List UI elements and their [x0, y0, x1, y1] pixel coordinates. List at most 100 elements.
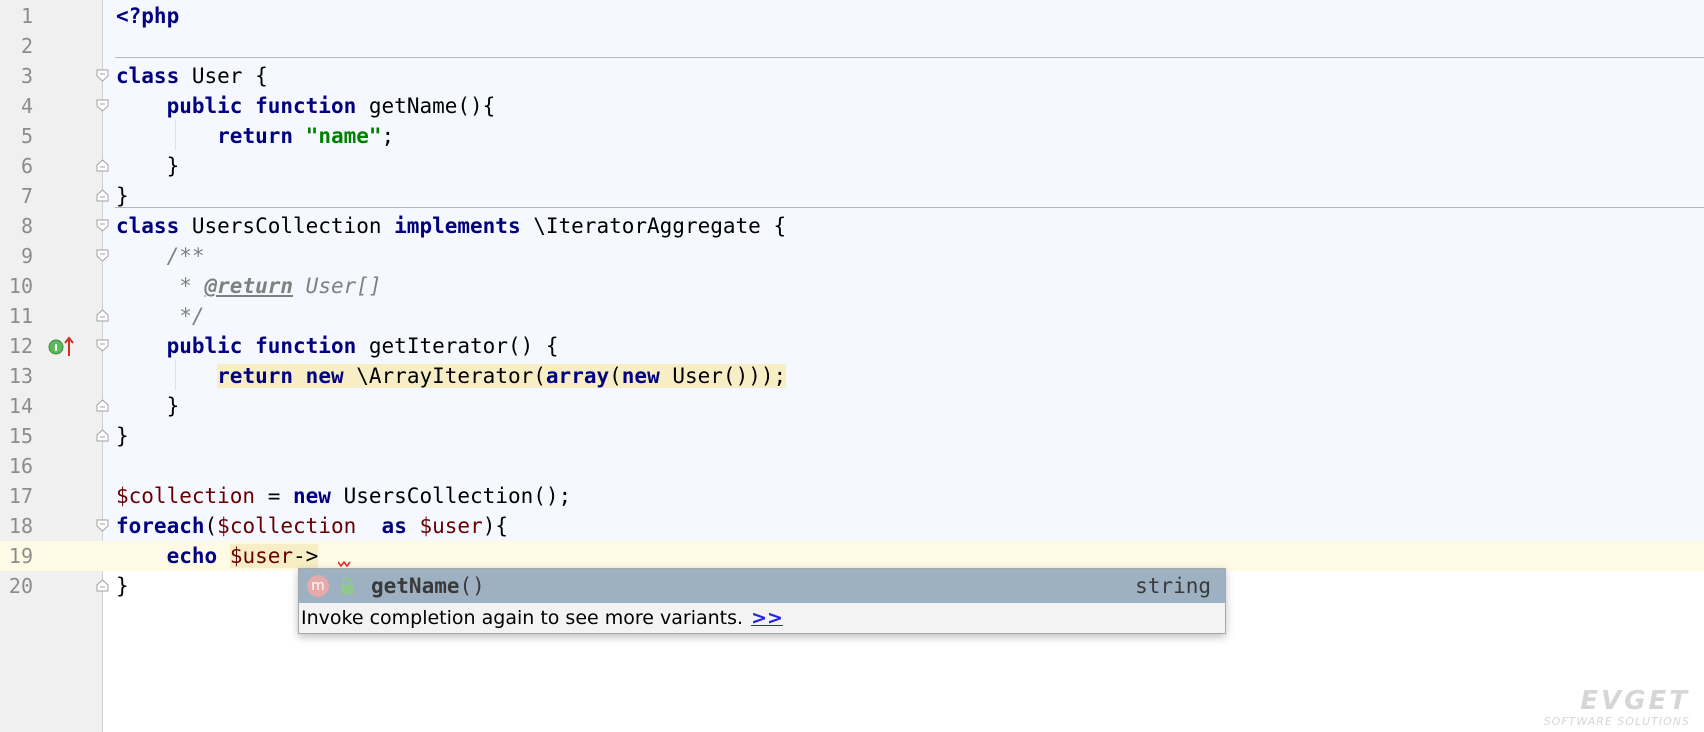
watermark-brand: EVGET	[1580, 686, 1690, 716]
code-line[interactable]: 10 * @return User[]	[0, 271, 1704, 301]
code-text: }	[116, 571, 129, 601]
code-line[interactable]: 2	[0, 31, 1704, 61]
code-line[interactable]: 11 */	[0, 301, 1704, 331]
code-text: }	[116, 421, 129, 451]
code-token: User()));	[659, 364, 787, 388]
code-token: ){	[482, 514, 509, 538]
fold-toggle-icon[interactable]	[96, 399, 109, 412]
code-token: ->	[293, 544, 319, 568]
code-text: class UsersCollection implements \Iterat…	[116, 211, 786, 241]
code-line[interactable]: 1 <?php	[0, 1, 1704, 31]
fold-toggle-icon[interactable]	[96, 99, 109, 112]
line-number: 13	[8, 364, 33, 388]
code-token: public	[166, 94, 243, 118]
code-line[interactable]: 13 return new \ArrayIterator(array(new U…	[0, 361, 1704, 391]
line-number: 11	[8, 304, 33, 328]
code-line[interactable]: 5 return "name";	[0, 121, 1704, 151]
fold-toggle-icon[interactable]	[96, 249, 109, 262]
code-text: return "name";	[116, 121, 394, 151]
code-token: ;	[381, 124, 395, 148]
code-token: array	[545, 364, 610, 388]
code-token: }	[116, 184, 129, 208]
code-token: implements	[394, 214, 521, 238]
code-token: User[]	[293, 274, 382, 298]
error-squiggle	[338, 560, 351, 568]
code-text: return new \ArrayIterator(array(new User…	[116, 361, 787, 391]
code-text: */	[116, 301, 205, 331]
fold-toggle-icon[interactable]	[96, 309, 109, 322]
code-editor[interactable]: 1 <?php 2 3 class User { 4 public function ge…	[0, 0, 1704, 732]
code-token: \ArrayIterator(	[343, 364, 546, 388]
code-text: }	[116, 181, 129, 211]
code-token: public	[166, 334, 243, 358]
code-token: getIterator() {	[356, 334, 559, 358]
svg-text:I: I	[54, 343, 58, 354]
lock-icon	[341, 577, 353, 594]
code-token: */	[116, 304, 205, 328]
fold-toggle-icon[interactable]	[96, 579, 109, 592]
code-line[interactable]: 14 }	[0, 391, 1704, 421]
code-token: getName(){	[356, 94, 496, 118]
code-token: $collection	[217, 514, 357, 538]
code-line[interactable]: 17 $collection = new UsersCollection();	[0, 481, 1704, 511]
completion-popup[interactable]: m getName() string Invoke completion aga…	[298, 568, 1226, 634]
fold-toggle-icon[interactable]	[96, 429, 109, 442]
code-line[interactable]: 9 /**	[0, 241, 1704, 271]
code-token: class	[116, 64, 180, 88]
line-number: 20	[8, 574, 33, 598]
code-token: *	[116, 274, 205, 298]
fold-toggle-icon[interactable]	[96, 519, 109, 532]
code-token: new	[621, 364, 660, 388]
completion-item[interactable]: m getName() string	[299, 569, 1225, 603]
fold-toggle-icon[interactable]	[96, 339, 109, 352]
code-text: $collection = new UsersCollection();	[116, 481, 571, 511]
code-text: public function getName(){	[116, 91, 496, 121]
code-line[interactable]: 6 }	[0, 151, 1704, 181]
code-line[interactable]: 15}	[0, 421, 1704, 451]
more-variants-link[interactable]: >>	[751, 607, 783, 629]
code-token: return	[217, 124, 294, 148]
line-number: 3	[20, 64, 33, 88]
implements-method-icon[interactable]: I	[48, 336, 74, 358]
completion-item-type: string	[1135, 574, 1211, 598]
fold-toggle-icon[interactable]	[96, 189, 109, 202]
fold-toggle-icon[interactable]	[96, 159, 109, 172]
code-line[interactable]: 4 public function getName(){	[0, 91, 1704, 121]
code-token: as	[381, 514, 407, 538]
code-token: User {	[179, 64, 268, 88]
line-number: 7	[20, 184, 33, 208]
code-line[interactable]: 7}	[0, 181, 1704, 211]
code-token: UsersCollection	[179, 214, 395, 238]
code-line[interactable]: 19 echo $user->	[0, 541, 1704, 571]
code-token: (	[609, 364, 622, 388]
watermark-tagline: SOFTWARE SOLUTIONS	[1543, 715, 1690, 728]
completion-hint-text: Invoke completion again to see more vari…	[301, 607, 744, 629]
line-number: 8	[20, 214, 33, 238]
line-number: 10	[8, 274, 33, 298]
code-token: "name"	[305, 124, 382, 148]
code-token: }	[116, 574, 129, 598]
code-line[interactable]: 3 class User {	[0, 61, 1704, 91]
code-token: $user	[229, 544, 294, 568]
line-number: 4	[20, 94, 33, 118]
fold-toggle-icon[interactable]	[96, 69, 109, 82]
code-text: }	[116, 391, 180, 421]
code-line[interactable]: 16	[0, 451, 1704, 481]
line-number: 16	[8, 454, 33, 478]
code-line[interactable]: 18 foreach($collection as $user){	[0, 511, 1704, 541]
code-line[interactable]: 8 class UsersCollection implements \Itera…	[0, 211, 1704, 241]
code-token: function	[255, 94, 357, 118]
code-token: /**	[116, 244, 205, 268]
code-line[interactable]: 12 public function getIterator() {	[0, 331, 1704, 361]
code-token	[293, 364, 306, 388]
code-text: echo $user->	[116, 541, 319, 571]
fold-toggle-icon[interactable]	[96, 219, 109, 232]
line-number: 18	[8, 514, 33, 538]
